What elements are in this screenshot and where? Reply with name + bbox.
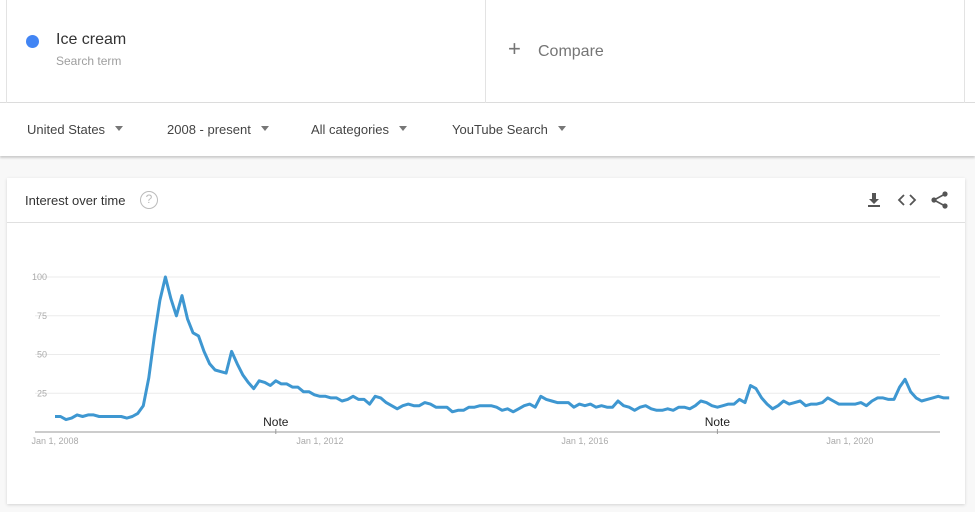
search-term-subtitle: Search term [56,54,122,68]
dropdown-caret-icon [399,126,408,132]
dropdown-caret-icon [115,126,124,132]
interest-over-time-card: Interest over time ? 25 50 75 100 Jan 1, 200… [7,178,965,504]
search-terms-bar: Ice cream Search term + Compare [0,0,975,103]
help-icon[interactable]: ? [140,191,158,209]
filter-search-type-label: YouTube Search [452,122,548,137]
filters-bar: United States 2008 - present All categor… [0,103,975,156]
search-term-name[interactable]: Ice cream [56,31,126,49]
filter-region-label: United States [27,122,106,137]
filter-time-range[interactable]: 2008 - present [167,122,269,137]
line-chart: 25 50 75 100 Jan 1, 2008 Jan 1, 2012 Jan 1, 20… [31,272,950,446]
x-tick-label: Jan 1, 2016 [561,436,608,446]
card-header: Interest over time ? [7,178,965,223]
compare-label: Compare [538,43,604,60]
note-annotation: Note [263,415,289,429]
dropdown-caret-icon [260,126,269,132]
filter-search-type[interactable]: YouTube Search [452,122,566,137]
compare-button[interactable]: + Compare [486,0,965,103]
y-tick-label: 100 [32,272,47,282]
term-color-dot [26,35,39,48]
y-tick-label: 75 [37,311,47,321]
embed-icon[interactable] [897,190,917,210]
filter-region[interactable]: United States [27,122,124,137]
share-icon[interactable] [930,190,950,210]
filter-time-label: 2008 - present [167,122,251,137]
filter-category-label: All categories [311,122,390,137]
y-tick-label: 25 [37,388,47,398]
card-title: Interest over time [25,193,126,208]
series-line-ice-cream [55,275,950,422]
search-term-card[interactable]: Ice cream Search term [6,0,486,103]
filter-category[interactable]: All categories [311,122,408,137]
y-tick-label: 50 [37,350,47,360]
note-annotation: Note [705,415,731,429]
x-tick-label: Jan 1, 2008 [31,436,78,446]
x-tick-label: Jan 1, 2012 [296,436,343,446]
x-tick-label: Jan 1, 2020 [826,436,873,446]
dropdown-caret-icon [557,126,566,132]
plus-icon: + [508,36,521,61]
download-icon[interactable] [864,190,884,210]
